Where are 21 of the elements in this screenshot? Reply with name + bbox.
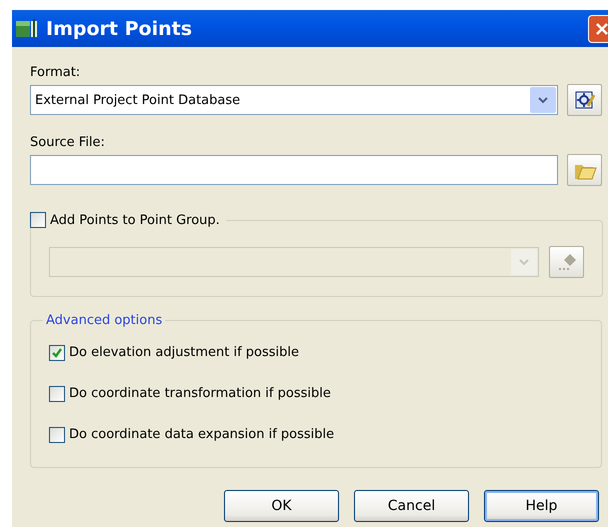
group-title: Advanced options	[45, 313, 164, 328]
browse-button[interactable]	[567, 154, 602, 186]
option-checkbox[interactable]: Do coordinate data expansion if possible	[49, 426, 583, 443]
dialog-button[interactable]: OK	[224, 490, 339, 522]
close-button[interactable]	[588, 15, 608, 43]
window-title: Import Points	[46, 18, 192, 40]
option-checkbox[interactable]: Do coordinate transformation if possible	[49, 385, 583, 402]
close-icon	[595, 22, 608, 36]
check-icon	[51, 346, 63, 358]
source-file-label: Source File:	[30, 135, 106, 150]
format-label: Format:	[30, 65, 82, 80]
dialog-button[interactable]: Cancel	[354, 490, 469, 522]
format-dropdown[interactable]: External Project Point Database	[30, 85, 558, 115]
source-file-field[interactable]	[30, 155, 558, 185]
option-checkbox[interactable]: Do elevation adjustment if possible	[49, 344, 583, 361]
dialog-button[interactable]: Help	[484, 490, 599, 522]
app-icon	[16, 18, 38, 38]
point-group-checkbox[interactable]: Add Points to Point Group.	[30, 212, 220, 228]
settings-icon	[574, 90, 596, 110]
point-group-dropdown[interactable]	[49, 247, 539, 277]
format-settings-button[interactable]	[567, 84, 602, 116]
